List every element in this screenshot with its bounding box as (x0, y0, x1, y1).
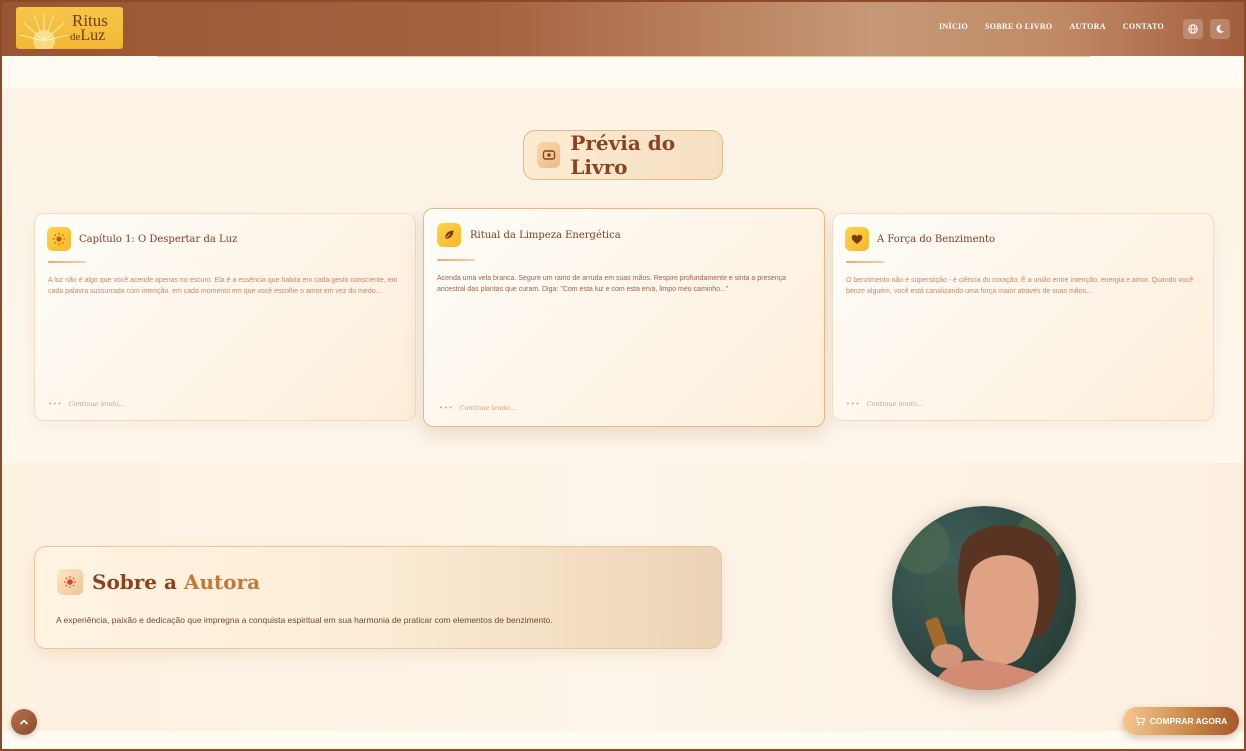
brand-logo[interactable]: Ritus deLuz (16, 7, 123, 49)
buy-now-button[interactable]: COMPRAR AGORA (1123, 707, 1239, 735)
theme-toggle-button[interactable] (1210, 19, 1230, 39)
preview-card-3[interactable]: A Força do Benzimento O benzimento não é… (832, 213, 1214, 421)
moon-icon (1216, 24, 1224, 33)
continue-reading-label: Continue lendo... (459, 404, 516, 412)
card-title: Capítulo 1: O Despertar da Luz (79, 234, 238, 245)
card-excerpt: A luz não é algo que você acende apenas … (48, 277, 398, 295)
author-description: A experiência, paixão e dedicação que im… (56, 615, 553, 625)
nav-link-sobre-o-livro[interactable]: SOBRE O LIVRO (985, 22, 1052, 31)
card-title: Ritual da Limpeza Energética (470, 230, 621, 241)
author-card: Sobre a Autora A experiência, paixão e d… (34, 546, 722, 649)
continue-reading-label: Continue lendo... (866, 400, 923, 408)
author-title-part1: Sobre a (92, 570, 177, 594)
nav-link-contato[interactable]: CONTATO (1123, 22, 1164, 31)
card-excerpt: O benzimento não é superstição - é ciênc… (846, 277, 1194, 295)
brand-name-suffix: Luz (80, 27, 106, 44)
author-title: Sobre a Autora (92, 570, 260, 594)
header-divider (157, 56, 1090, 57)
card-title: A Força do Benzimento (877, 234, 995, 245)
leaf-icon (437, 223, 461, 247)
author-title-part2: Autora (183, 570, 261, 594)
brand-name-line2: deLuz (70, 27, 105, 45)
continue-reading-link[interactable]: ••• Continue lendo... (48, 400, 125, 408)
dots-icon: ••• (846, 400, 861, 408)
sun-icon (47, 227, 71, 251)
card-divider (437, 259, 475, 261)
cart-icon (1135, 716, 1145, 726)
continue-reading-link[interactable]: ••• Continue lendo... (846, 400, 923, 408)
eye-icon (537, 142, 561, 168)
dots-icon: ••• (439, 404, 454, 412)
nav-link-autora[interactable]: AUTORA (1069, 22, 1105, 31)
chevron-up-icon (20, 719, 28, 725)
main-nav: INÍCIO SOBRE O LIVRO AUTORA CONTATO (939, 22, 1164, 31)
language-button[interactable] (1183, 19, 1203, 39)
card-excerpt: Acenda uma vela branca. Segure um ramo d… (437, 275, 787, 293)
preview-heading: Prévia do Livro (523, 130, 723, 180)
brand-name-prefix: de (70, 31, 81, 43)
author-photo (892, 506, 1076, 690)
buy-now-label: COMPRAR AGORA (1149, 716, 1228, 726)
globe-icon (1188, 24, 1198, 34)
scroll-to-top-button[interactable] (11, 709, 37, 735)
continue-reading-link[interactable]: ••• Continue lendo... (439, 404, 516, 412)
preview-card-1[interactable]: Capítulo 1: O Despertar da Luz A luz não… (34, 213, 416, 421)
site-header: Ritus deLuz INÍCIO SOBRE O LIVRO AUTORA … (2, 2, 1244, 56)
preview-title: Prévia do Livro (570, 131, 676, 179)
dots-icon: ••• (48, 400, 63, 408)
continue-reading-label: Continue lendo... (68, 400, 125, 408)
preview-card-2[interactable]: Ritual da Limpeza Energética Acenda uma … (423, 208, 825, 427)
sun-icon (57, 569, 83, 595)
card-divider (48, 261, 86, 263)
heart-icon (845, 227, 869, 251)
nav-link-inicio[interactable]: INÍCIO (939, 22, 968, 31)
card-divider (846, 261, 884, 263)
